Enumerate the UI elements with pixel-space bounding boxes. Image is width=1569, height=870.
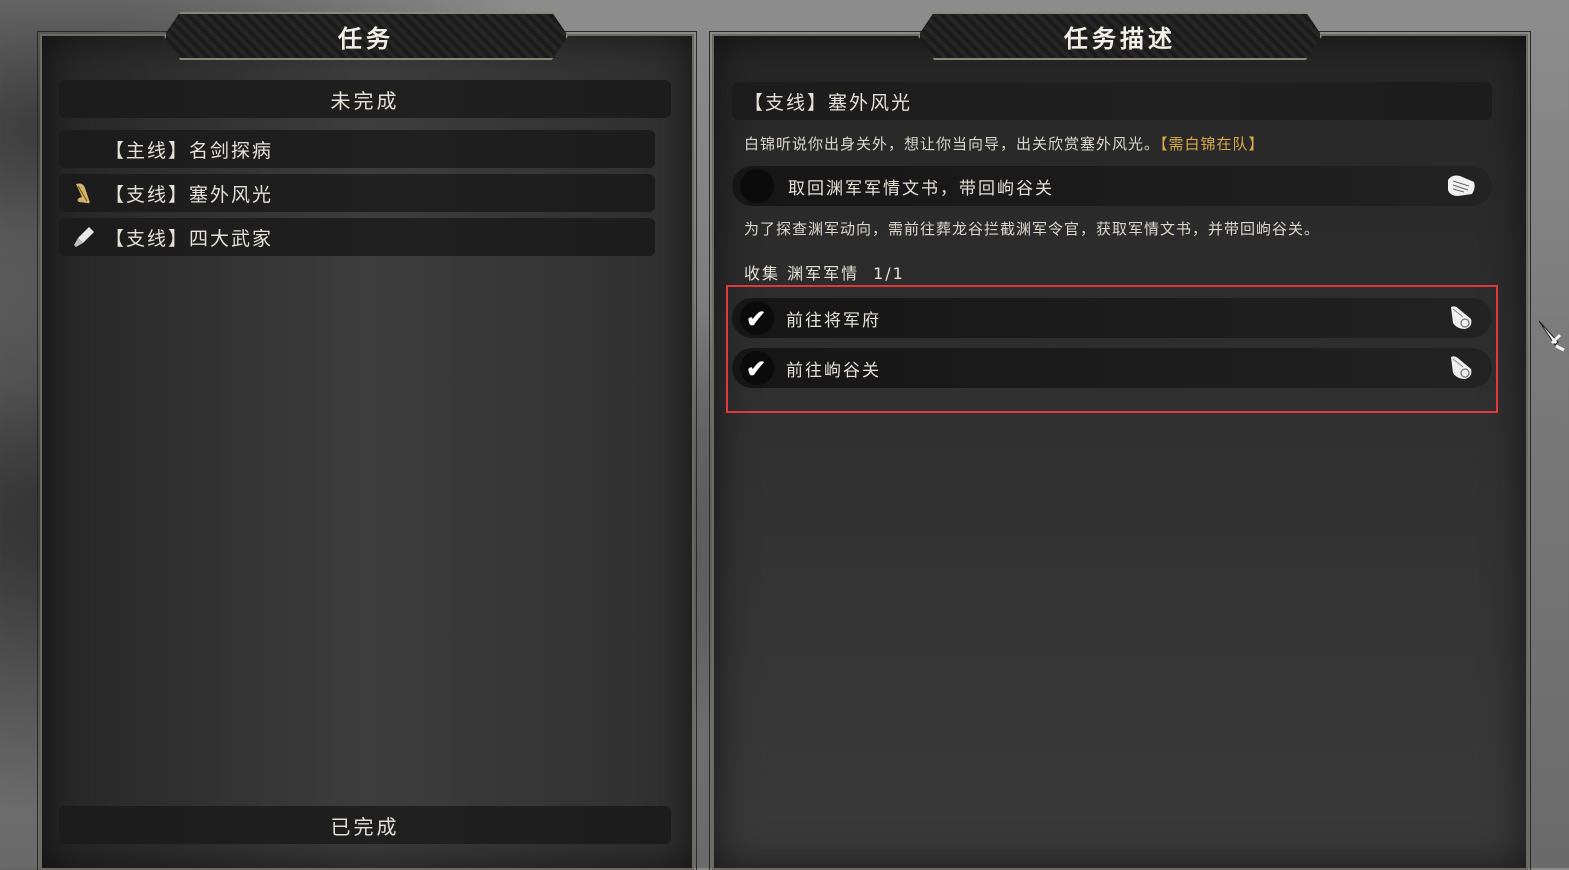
sword-cursor-icon bbox=[1536, 318, 1566, 352]
quest-detail-title: 【支线】塞外风光 bbox=[732, 82, 1492, 120]
objective-label: 取回渊军军情文书，带回岣谷关 bbox=[788, 178, 1054, 199]
quest-item-label: 【主线】名剑探病 bbox=[105, 139, 274, 162]
quest-item-main[interactable]: 【主线】名剑探病 bbox=[59, 130, 655, 168]
document-scroll-icon[interactable] bbox=[1444, 171, 1478, 201]
subtask-row[interactable]: ✔ 前往岣谷关 bbox=[732, 348, 1492, 388]
checkmark-icon: ✔ bbox=[740, 301, 774, 335]
objective-status-dot bbox=[740, 169, 774, 203]
quest-item-side-2[interactable]: 【支线】四大武家 bbox=[59, 218, 655, 256]
collect-progress: 收集 渊军军情 1/1 bbox=[744, 260, 905, 284]
quest-list-panel: 任务 未完成 【主线】名剑探病 【支线】塞外风光 【支线】四大武家 已完成 bbox=[37, 12, 697, 870]
collect-label: 收集 渊军军情 bbox=[744, 264, 860, 283]
quest-item-label: 【支线】四大武家 bbox=[105, 227, 274, 250]
subtask-row[interactable]: ✔ 前往将军府 bbox=[732, 298, 1492, 338]
completed-section-header[interactable]: 已完成 bbox=[59, 806, 671, 844]
objective-row[interactable]: 取回渊军军情文书，带回岣谷关 bbox=[732, 166, 1492, 206]
quest-requirement: 【需白锦在队】 bbox=[1160, 135, 1265, 153]
collect-count: 1/1 bbox=[873, 264, 905, 283]
quest-description-text: 白锦听说你出身关外，想让你当向导，出关欣赏塞外风光。 bbox=[744, 135, 1161, 153]
location-scroll-icon[interactable] bbox=[1444, 303, 1478, 333]
subtask-label: 前往岣谷关 bbox=[786, 360, 881, 381]
incomplete-section-header[interactable]: 未完成 bbox=[59, 80, 671, 118]
quill-scroll-icon bbox=[69, 178, 99, 208]
brush-icon bbox=[69, 222, 99, 252]
quest-item-side-1[interactable]: 【支线】塞外风光 bbox=[59, 174, 655, 212]
detail-panel-title: 任务描述 bbox=[918, 12, 1322, 60]
quest-panel-title: 任务 bbox=[164, 12, 568, 60]
quest-description: 白锦听说你出身关外，想让你当向导，出关欣赏塞外风光。【需白锦在队】 bbox=[744, 133, 1265, 154]
quest-detail-panel: 任务描述 【支线】塞外风光 白锦听说你出身关外，想让你当向导，出关欣赏塞外风光。… bbox=[709, 12, 1531, 870]
location-scroll-icon[interactable] bbox=[1444, 353, 1478, 383]
checkmark-icon: ✔ bbox=[740, 351, 774, 385]
quest-item-label: 【支线】塞外风光 bbox=[105, 183, 274, 206]
subtask-label: 前往将军府 bbox=[786, 310, 881, 331]
objective-description: 为了探查渊军动向，需前往葬龙谷拦截渊军令官，获取军情文书，并带回岣谷关。 bbox=[744, 220, 1321, 238]
